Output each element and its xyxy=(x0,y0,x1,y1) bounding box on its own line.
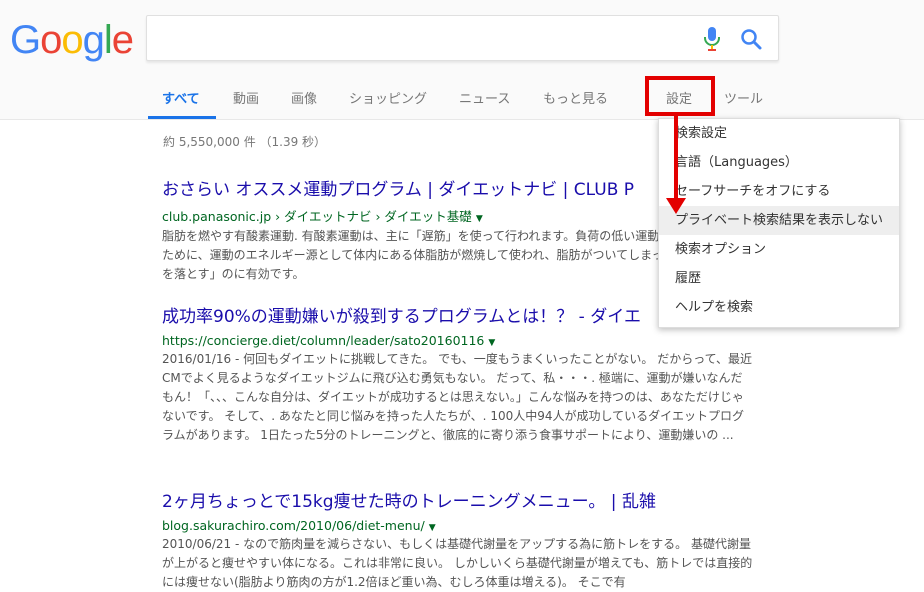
tab-all[interactable]: すべて xyxy=(162,88,200,107)
active-tab-indicator xyxy=(148,116,216,119)
result-url-text: blog.sakurachiro.com/2010/06/diet-menu/ xyxy=(162,518,425,533)
microphone-icon[interactable] xyxy=(702,26,722,52)
result-title-link[interactable]: おさらい オススメ運動プログラム | ダイエットナビ | CLUB P xyxy=(162,175,657,200)
dropdown-arrow-icon[interactable]: ▼ xyxy=(488,338,495,348)
menu-item-history[interactable]: 履歴 xyxy=(659,264,899,293)
search-tabs: すべて 動画 画像 ショッピング ニュース もっと見る 設定 ツール xyxy=(0,85,924,119)
logo-letter: o xyxy=(40,18,62,62)
tab-shopping[interactable]: ショッピング xyxy=(349,88,427,107)
result-snippet: 2016/01/16 - 何回もダイエットに挑戦してきた。 でも、一度もうまくい… xyxy=(162,352,752,442)
tab-images[interactable]: 画像 xyxy=(291,88,317,107)
search-input[interactable] xyxy=(159,24,693,52)
result-stats: 約 5,550,000 件 （1.39 秒） xyxy=(163,135,327,149)
logo-letter: G xyxy=(10,18,41,62)
result-url: blog.sakurachiro.com/2010/06/diet-menu/ ▼ xyxy=(162,518,762,533)
dropdown-arrow-icon[interactable]: ▼ xyxy=(429,523,436,533)
result-snippet: 2010/06/21 - なので筋肉量を減らさない、もしくは基礎代謝量をアップす… xyxy=(162,537,753,589)
settings-dropdown-menu: 検索設定 言語（Languages） セーフサーチをオフにする プライベート検索… xyxy=(658,118,900,328)
menu-item-advanced-search[interactable]: 検索オプション xyxy=(659,235,899,264)
menu-item-languages[interactable]: 言語（Languages） xyxy=(659,148,899,177)
logo-letter: e xyxy=(111,18,134,62)
result-title-link[interactable]: 成功率90%の運動嫌いが殺到するプログラムとは！？ - ダイエ xyxy=(162,302,657,327)
result-url-text: https://concierge.diet/column/leader/sat… xyxy=(162,333,485,348)
google-logo[interactable]: Google xyxy=(10,18,134,63)
tab-news[interactable]: ニュース xyxy=(459,88,510,107)
logo-letter: o xyxy=(61,18,83,62)
menu-item-hide-private-results[interactable]: プライベート検索結果を表示しない xyxy=(659,206,899,235)
result-title-link[interactable]: 2ヶ月ちょっとで15kg痩せた時のトレーニングメニュー。 | 乱雑モック... xyxy=(162,487,657,512)
result-url: https://concierge.diet/column/leader/sat… xyxy=(162,333,762,348)
menu-item-safesearch[interactable]: セーフサーチをオフにする xyxy=(659,177,899,206)
settings-highlight-box xyxy=(645,76,715,116)
logo-letter: g xyxy=(82,18,105,62)
logo-letter: l xyxy=(103,18,113,62)
tab-more[interactable]: もっと見る xyxy=(543,88,608,107)
tab-tools[interactable]: ツール xyxy=(724,88,763,107)
annotation-arrow-icon xyxy=(666,116,686,214)
search-icon[interactable] xyxy=(739,27,763,51)
menu-item-search-help[interactable]: ヘルプを検索 xyxy=(659,293,899,322)
result-url-text: club.panasonic.jp › ダイエットナビ › ダイエット基礎 xyxy=(162,209,472,224)
search-box xyxy=(146,15,779,61)
search-result: 2ヶ月ちょっとで15kg痩せた時のトレーニングメニュー。 | 乱雑モック... … xyxy=(162,487,762,592)
menu-item-search-settings[interactable]: 検索設定 xyxy=(659,119,899,148)
tab-videos[interactable]: 動画 xyxy=(233,88,259,107)
dropdown-arrow-icon[interactable]: ▼ xyxy=(476,214,483,224)
top-bar: Google すべて 動画 画像 ショッピング ニュース もっと見る 設定 ツー… xyxy=(0,0,924,120)
